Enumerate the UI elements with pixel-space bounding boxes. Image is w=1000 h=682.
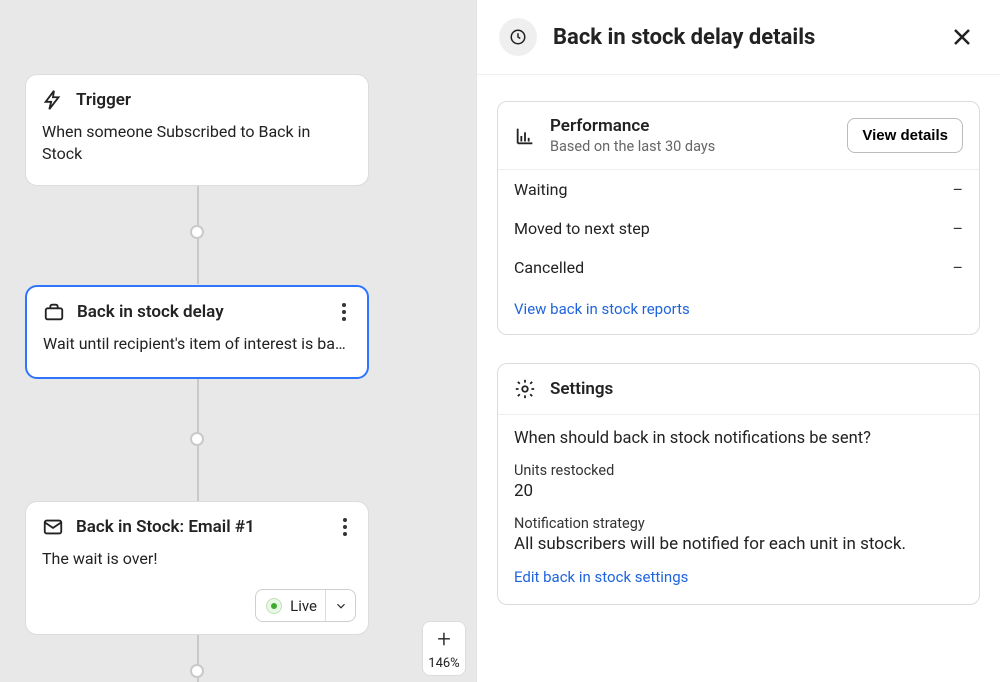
zoom-level: 146% bbox=[428, 656, 459, 675]
bar-chart-icon bbox=[514, 125, 536, 147]
units-restocked-value: 20 bbox=[514, 481, 963, 501]
node-description: The wait is over! bbox=[42, 548, 352, 570]
units-restocked-label: Units restocked bbox=[514, 462, 963, 479]
status-label: Live bbox=[290, 597, 317, 615]
stat-row: Waiting – bbox=[498, 170, 979, 209]
performance-title: Performance bbox=[550, 116, 833, 136]
performance-card: Performance Based on the last 30 days Vi… bbox=[497, 101, 980, 335]
kebab-icon bbox=[342, 303, 346, 321]
connector-node[interactable] bbox=[190, 432, 204, 446]
stat-row: Moved to next step – bbox=[498, 209, 979, 248]
briefcase-icon bbox=[43, 301, 65, 323]
settings-card: Settings When should back in stock notif… bbox=[497, 363, 980, 605]
stat-row: Cancelled – bbox=[498, 248, 979, 287]
bolt-icon bbox=[42, 89, 64, 111]
panel-header: Back in stock delay details bbox=[477, 0, 1000, 75]
mail-icon bbox=[42, 516, 64, 538]
view-details-button[interactable]: View details bbox=[847, 118, 963, 153]
connector-node[interactable] bbox=[190, 664, 204, 678]
flow-canvas[interactable]: Trigger When someone Subscribed to Back … bbox=[0, 0, 476, 682]
gear-icon bbox=[514, 378, 536, 400]
node-menu-button[interactable] bbox=[330, 512, 360, 542]
view-reports-link[interactable]: View back in stock reports bbox=[514, 300, 690, 318]
connector-node[interactable] bbox=[190, 225, 204, 239]
node-description: Wait until recipient's item of interest … bbox=[43, 333, 351, 355]
chevron-down-icon bbox=[325, 590, 355, 621]
edit-settings-link[interactable]: Edit back in stock settings bbox=[514, 568, 963, 586]
settings-question: When should back in stock notifications … bbox=[514, 429, 963, 448]
notification-strategy-label: Notification strategy bbox=[514, 515, 963, 532]
notification-strategy-value: All subscribers will be notified for eac… bbox=[514, 534, 963, 554]
performance-subtitle: Based on the last 30 days bbox=[550, 138, 833, 155]
stat-value: – bbox=[953, 219, 964, 238]
settings-title: Settings bbox=[550, 379, 963, 399]
stat-value: – bbox=[953, 258, 964, 277]
stat-label: Moved to next step bbox=[514, 219, 650, 238]
details-panel: Back in stock delay details Performance bbox=[476, 0, 1000, 682]
flow-node-trigger[interactable]: Trigger When someone Subscribed to Back … bbox=[25, 74, 369, 186]
zoom-control: + 146% bbox=[422, 621, 466, 676]
node-title: Back in stock delay bbox=[77, 302, 224, 322]
stat-label: Waiting bbox=[514, 180, 567, 199]
node-title: Back in Stock: Email #1 bbox=[76, 517, 255, 537]
close-button[interactable] bbox=[946, 21, 978, 53]
clock-icon bbox=[509, 28, 527, 46]
flow-node-delay[interactable]: Back in stock delay Wait until recipient… bbox=[25, 285, 369, 379]
panel-header-icon-wrap bbox=[499, 18, 537, 56]
status-dot-icon bbox=[266, 598, 282, 614]
stat-label: Cancelled bbox=[514, 258, 584, 277]
status-dropdown[interactable]: Live bbox=[255, 589, 356, 622]
kebab-icon bbox=[343, 518, 347, 536]
node-title: Trigger bbox=[76, 90, 131, 110]
stat-value: – bbox=[953, 180, 964, 199]
node-menu-button[interactable] bbox=[329, 297, 359, 327]
panel-title: Back in stock delay details bbox=[553, 25, 930, 50]
node-description: When someone Subscribed to Back in Stock bbox=[42, 121, 352, 166]
zoom-in-button[interactable]: + bbox=[437, 622, 451, 656]
close-icon bbox=[950, 25, 974, 49]
flow-node-email[interactable]: Back in Stock: Email #1 The wait is over… bbox=[25, 501, 369, 635]
